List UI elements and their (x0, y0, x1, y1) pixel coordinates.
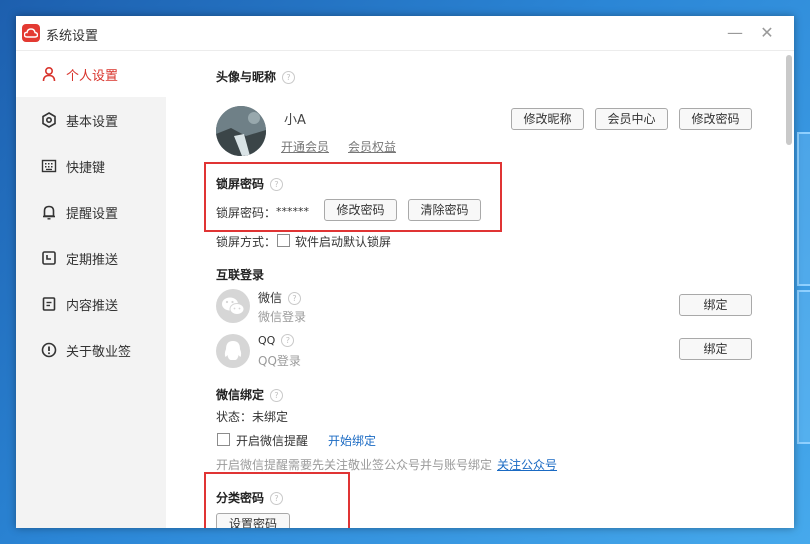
start-binding-link[interactable]: 开始绑定 (328, 432, 376, 449)
open-member-link[interactable]: 开通会员 (281, 138, 329, 155)
sidebar-item-label: 个人设置 (66, 69, 119, 84)
connect-section-title: 互联登录 (216, 268, 265, 282)
close-button[interactable]: ✕ (756, 22, 778, 44)
lock-section-title: 锁屏密码? (216, 175, 284, 192)
qq-name: QQ? (258, 334, 295, 347)
lock-on-start-checkbox[interactable] (277, 234, 290, 247)
wechat-icon (216, 289, 250, 323)
category-section-title: 分类密码? (216, 489, 284, 506)
sidebar-item-personal[interactable]: 个人设置 (16, 51, 166, 97)
sidebar-item-scheduled-push[interactable]: 定期推送 (16, 235, 166, 281)
edit-nickname-button[interactable]: 修改昵称 (511, 108, 584, 130)
lock-password-value: ****** (276, 205, 309, 218)
info-icon (41, 342, 57, 358)
wechat-bind-status: 状态：未绑定 (216, 410, 289, 424)
help-icon[interactable]: ? (281, 334, 295, 347)
bind-qq-button[interactable]: 绑定 (679, 338, 752, 360)
wechat-bind-section-title: 微信绑定? (216, 386, 284, 403)
sidebar-item-about[interactable]: 关于敬业签 (16, 327, 166, 373)
bind-wechat-button[interactable]: 绑定 (679, 294, 752, 316)
clear-lock-password-button[interactable]: 清除密码 (408, 199, 481, 221)
qq-icon (216, 334, 250, 368)
wechat-login-text: 微信登录 (258, 310, 307, 324)
document-icon (42, 297, 56, 311)
sidebar-item-basic[interactable]: 基本设置 (16, 97, 166, 143)
help-icon[interactable]: ? (282, 71, 296, 84)
avatar-image (216, 106, 266, 156)
gear-icon (42, 112, 56, 128)
sidebar-item-label: 快捷键 (66, 161, 106, 176)
profile-section-title: 头像与昵称? (216, 68, 296, 85)
help-icon[interactable]: ? (288, 292, 302, 305)
sidebar-item-shortcuts[interactable]: 快捷键 (16, 143, 166, 189)
scrollbar[interactable] (786, 55, 792, 145)
calendar-clock-icon (42, 251, 56, 265)
lock-mode-label: 锁屏方式： (216, 235, 277, 249)
set-category-password-button[interactable]: 设置密码 (216, 513, 290, 528)
wechat-bind-note: 开启微信提醒需要先关注敬业签公众号并与账号绑定 (216, 458, 493, 472)
bell-icon (43, 205, 55, 220)
sidebar-item-reminders[interactable]: 提醒设置 (16, 189, 166, 235)
wechat-reminder-label[interactable]: 开启微信提醒 (236, 432, 308, 449)
lock-on-start-label[interactable]: 软件启动默认锁屏 (295, 233, 391, 250)
help-icon[interactable]: ? (270, 389, 284, 402)
qq-login-text: QQ登录 (258, 354, 301, 368)
desktop-window-shape (797, 290, 810, 444)
sidebar-item-label: 内容推送 (66, 299, 119, 314)
wechat-reminder-checkbox[interactable] (217, 433, 230, 446)
desktop-window-shape (797, 132, 810, 286)
sidebar: 个人设置 基本设置 快捷键 提醒设置 定期推送 内容推送 关于敬业签 (16, 51, 166, 528)
wechat-name: 微信? (258, 289, 302, 306)
help-icon[interactable]: ? (270, 178, 284, 191)
follow-official-account-link[interactable]: 关注公众号 (497, 456, 557, 473)
help-icon[interactable]: ? (270, 492, 284, 505)
minimize-button[interactable]: — (724, 22, 746, 44)
title-bar: 系统设置 — ✕ (16, 16, 794, 51)
cloud-icon (22, 24, 40, 42)
sidebar-item-label: 提醒设置 (66, 207, 119, 222)
user-icon (42, 66, 56, 82)
settings-window: 系统设置 — ✕ 个人设置 基本设置 快捷键 提醒设置 定期推送 内容推送 关于… (16, 16, 794, 528)
keyboard-icon (41, 159, 57, 173)
change-lock-password-button[interactable]: 修改密码 (324, 199, 397, 221)
sidebar-item-label: 基本设置 (66, 115, 119, 130)
sidebar-item-label: 定期推送 (66, 253, 119, 268)
highlight-box (204, 162, 502, 232)
nickname: 小A (284, 113, 306, 128)
avatar[interactable] (216, 106, 266, 156)
content-panel: 头像与昵称? 小A 开通会员 会员权益 修改昵称 会员中心 修改密码 锁屏密码?… (166, 51, 794, 528)
member-center-button[interactable]: 会员中心 (595, 108, 668, 130)
member-rights-link[interactable]: 会员权益 (348, 138, 396, 155)
lock-password-label: 锁屏密码： (216, 206, 277, 220)
sidebar-item-label: 关于敬业签 (66, 345, 132, 360)
window-title: 系统设置 (46, 29, 99, 44)
sidebar-item-content-push[interactable]: 内容推送 (16, 281, 166, 327)
change-password-button[interactable]: 修改密码 (679, 108, 752, 130)
